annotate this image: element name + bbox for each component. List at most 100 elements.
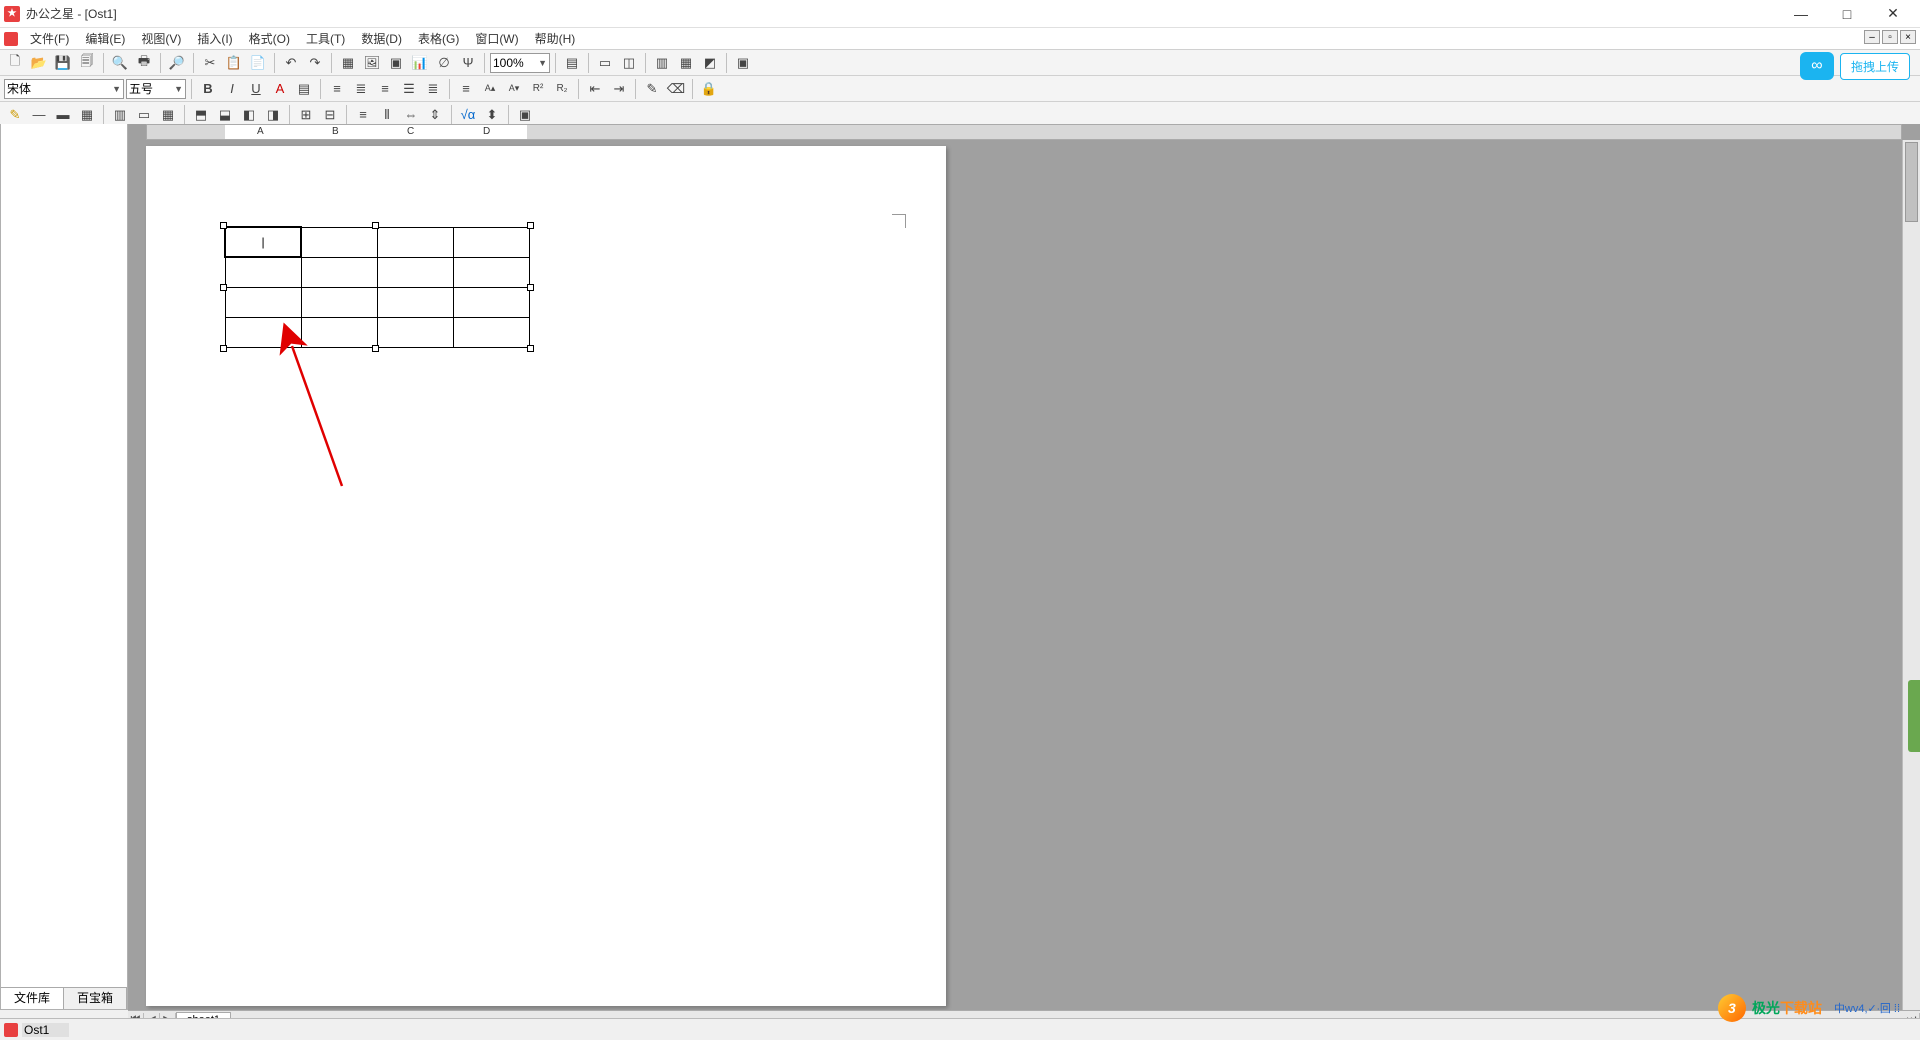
left-tab-toolbox[interactable]: 百宝箱 xyxy=(64,988,127,1009)
superscript-button[interactable]: R² xyxy=(527,78,549,100)
autofit-button[interactable]: ⇔ xyxy=(400,104,422,126)
underline-button[interactable]: U xyxy=(245,78,267,100)
distribute-cols-button[interactable]: ⦀ xyxy=(376,104,398,126)
layout4-button[interactable]: ▥ xyxy=(651,52,673,74)
align-justify-button[interactable]: ☰ xyxy=(398,78,420,100)
print-button[interactable]: 🖶 xyxy=(133,52,155,74)
cloud-upload[interactable]: ∞ 拖拽上传 xyxy=(1800,52,1910,80)
menu-help[interactable]: 帮助(H) xyxy=(527,28,584,49)
open-button[interactable]: 📂 xyxy=(28,52,50,74)
insert-table-button[interactable]: ▦ xyxy=(337,52,359,74)
cut-button[interactable]: ✂ xyxy=(199,52,221,74)
highlight-button[interactable]: ▤ xyxy=(293,78,315,100)
table-cell[interactable] xyxy=(453,287,529,317)
undo-button[interactable]: ↶ xyxy=(280,52,302,74)
menu-data[interactable]: 数据(D) xyxy=(353,28,410,49)
vertical-scrollbar[interactable] xyxy=(1902,140,1920,1010)
resize-handle[interactable] xyxy=(220,284,227,291)
increase-font-button[interactable]: A▴ xyxy=(479,78,501,100)
table-cell[interactable] xyxy=(377,287,453,317)
mdi-minimize[interactable]: – xyxy=(1864,30,1880,44)
inserted-table[interactable]: | xyxy=(224,226,530,348)
align-right-button[interactable]: ≡ xyxy=(374,78,396,100)
horizontal-ruler[interactable]: A B C D xyxy=(146,124,1902,140)
indent-right-button[interactable]: ⇥ xyxy=(608,78,630,100)
table-cell[interactable] xyxy=(377,317,453,347)
align-distribute-button[interactable]: ≣ xyxy=(422,78,444,100)
insert-row-above-button[interactable]: ⬒ xyxy=(190,104,212,126)
menu-format[interactable]: 格式(O) xyxy=(241,28,298,49)
menu-tools[interactable]: 工具(T) xyxy=(298,28,353,49)
insert-col-left-button[interactable]: ◧ xyxy=(238,104,260,126)
fill-button[interactable]: ▬ xyxy=(52,104,74,126)
redo-button[interactable]: ↷ xyxy=(304,52,326,74)
align-left-button[interactable]: ≡ xyxy=(326,78,348,100)
menu-window[interactable]: 窗口(W) xyxy=(467,28,526,49)
menu-file[interactable]: 文件(F) xyxy=(22,28,77,49)
resize-handle[interactable] xyxy=(527,222,534,229)
maximize-button[interactable]: □ xyxy=(1824,0,1870,28)
layout1-button[interactable]: ▤ xyxy=(561,52,583,74)
table-cell[interactable] xyxy=(377,227,453,257)
resize-handle[interactable] xyxy=(220,345,227,352)
erase-button[interactable]: ▭ xyxy=(133,104,155,126)
zoom-combo[interactable]: 100%▼ xyxy=(490,53,550,73)
layout7-button[interactable]: ▣ xyxy=(732,52,754,74)
indent-left-button[interactable]: ⇤ xyxy=(584,78,606,100)
paste-button[interactable]: 📄 xyxy=(247,52,269,74)
split-cells-button[interactable]: ⊟ xyxy=(319,104,341,126)
table-cell[interactable] xyxy=(453,227,529,257)
align-center-button[interactable]: ≣ xyxy=(350,78,372,100)
table-cell[interactable] xyxy=(301,287,377,317)
decrease-font-button[interactable]: A▾ xyxy=(503,78,525,100)
properties-button[interactable]: ▣ xyxy=(514,104,536,126)
menu-insert[interactable]: 插入(I) xyxy=(189,28,240,49)
status-document-name[interactable]: Ost1 xyxy=(22,1023,69,1037)
insert-col-right-button[interactable]: ◨ xyxy=(262,104,284,126)
sort-button[interactable]: ⬍ xyxy=(481,104,503,126)
layout6-button[interactable]: ◩ xyxy=(699,52,721,74)
resize-handle[interactable] xyxy=(527,345,534,352)
table-cell[interactable] xyxy=(301,227,377,257)
insert-symbol-button[interactable]: Ψ xyxy=(457,52,479,74)
menu-edit[interactable]: 编辑(E) xyxy=(77,28,133,49)
merge-cells-button[interactable]: ⊞ xyxy=(295,104,317,126)
menu-view[interactable]: 视图(V) xyxy=(133,28,189,49)
save-as-button[interactable]: 🗐 xyxy=(76,52,98,74)
pen-button[interactable]: ✎ xyxy=(4,104,26,126)
border-button[interactable]: ▦ xyxy=(76,104,98,126)
insert-image-button[interactable]: 🖼 xyxy=(361,52,383,74)
formula-button[interactable]: √α xyxy=(457,104,479,126)
resize-handle[interactable] xyxy=(220,222,227,229)
resize-handle[interactable] xyxy=(372,345,379,352)
table-cell[interactable] xyxy=(225,287,301,317)
find-button[interactable]: 🔎 xyxy=(166,52,188,74)
autofit2-button[interactable]: ⇕ xyxy=(424,104,446,126)
font-name-combo[interactable]: 宋体▼ xyxy=(4,79,124,99)
italic-button[interactable]: I xyxy=(221,78,243,100)
mdi-restore[interactable]: ▫ xyxy=(1882,30,1898,44)
line-spacing-button[interactable]: ≡ xyxy=(455,78,477,100)
left-tab-files[interactable]: 文件库 xyxy=(1,988,64,1009)
scrollbar-thumb[interactable] xyxy=(1905,142,1918,222)
table-cell[interactable] xyxy=(225,257,301,287)
layout5-button[interactable]: ▦ xyxy=(675,52,697,74)
line-style-button[interactable]: — xyxy=(28,104,50,126)
bold-button[interactable]: B xyxy=(197,78,219,100)
distribute-rows-button[interactable]: ≡ xyxy=(352,104,374,126)
font-size-combo[interactable]: 五号▼ xyxy=(126,79,186,99)
print-preview-button[interactable]: 🔍 xyxy=(109,52,131,74)
right-side-tab[interactable] xyxy=(1908,680,1920,752)
clear-format-button[interactable]: ⌫ xyxy=(665,78,687,100)
table-cell[interactable]: | xyxy=(225,227,301,257)
insert-object-button[interactable]: ▣ xyxy=(385,52,407,74)
table-cell[interactable] xyxy=(453,257,529,287)
mdi-close[interactable]: × xyxy=(1900,30,1916,44)
table-cell[interactable] xyxy=(301,257,377,287)
insert-row-below-button[interactable]: ⬓ xyxy=(214,104,236,126)
table-cell[interactable] xyxy=(377,257,453,287)
layout2-button[interactable]: ▭ xyxy=(594,52,616,74)
subscript-button[interactable]: R₂ xyxy=(551,78,573,100)
table-cell[interactable] xyxy=(453,317,529,347)
layout3-button[interactable]: ◫ xyxy=(618,52,640,74)
